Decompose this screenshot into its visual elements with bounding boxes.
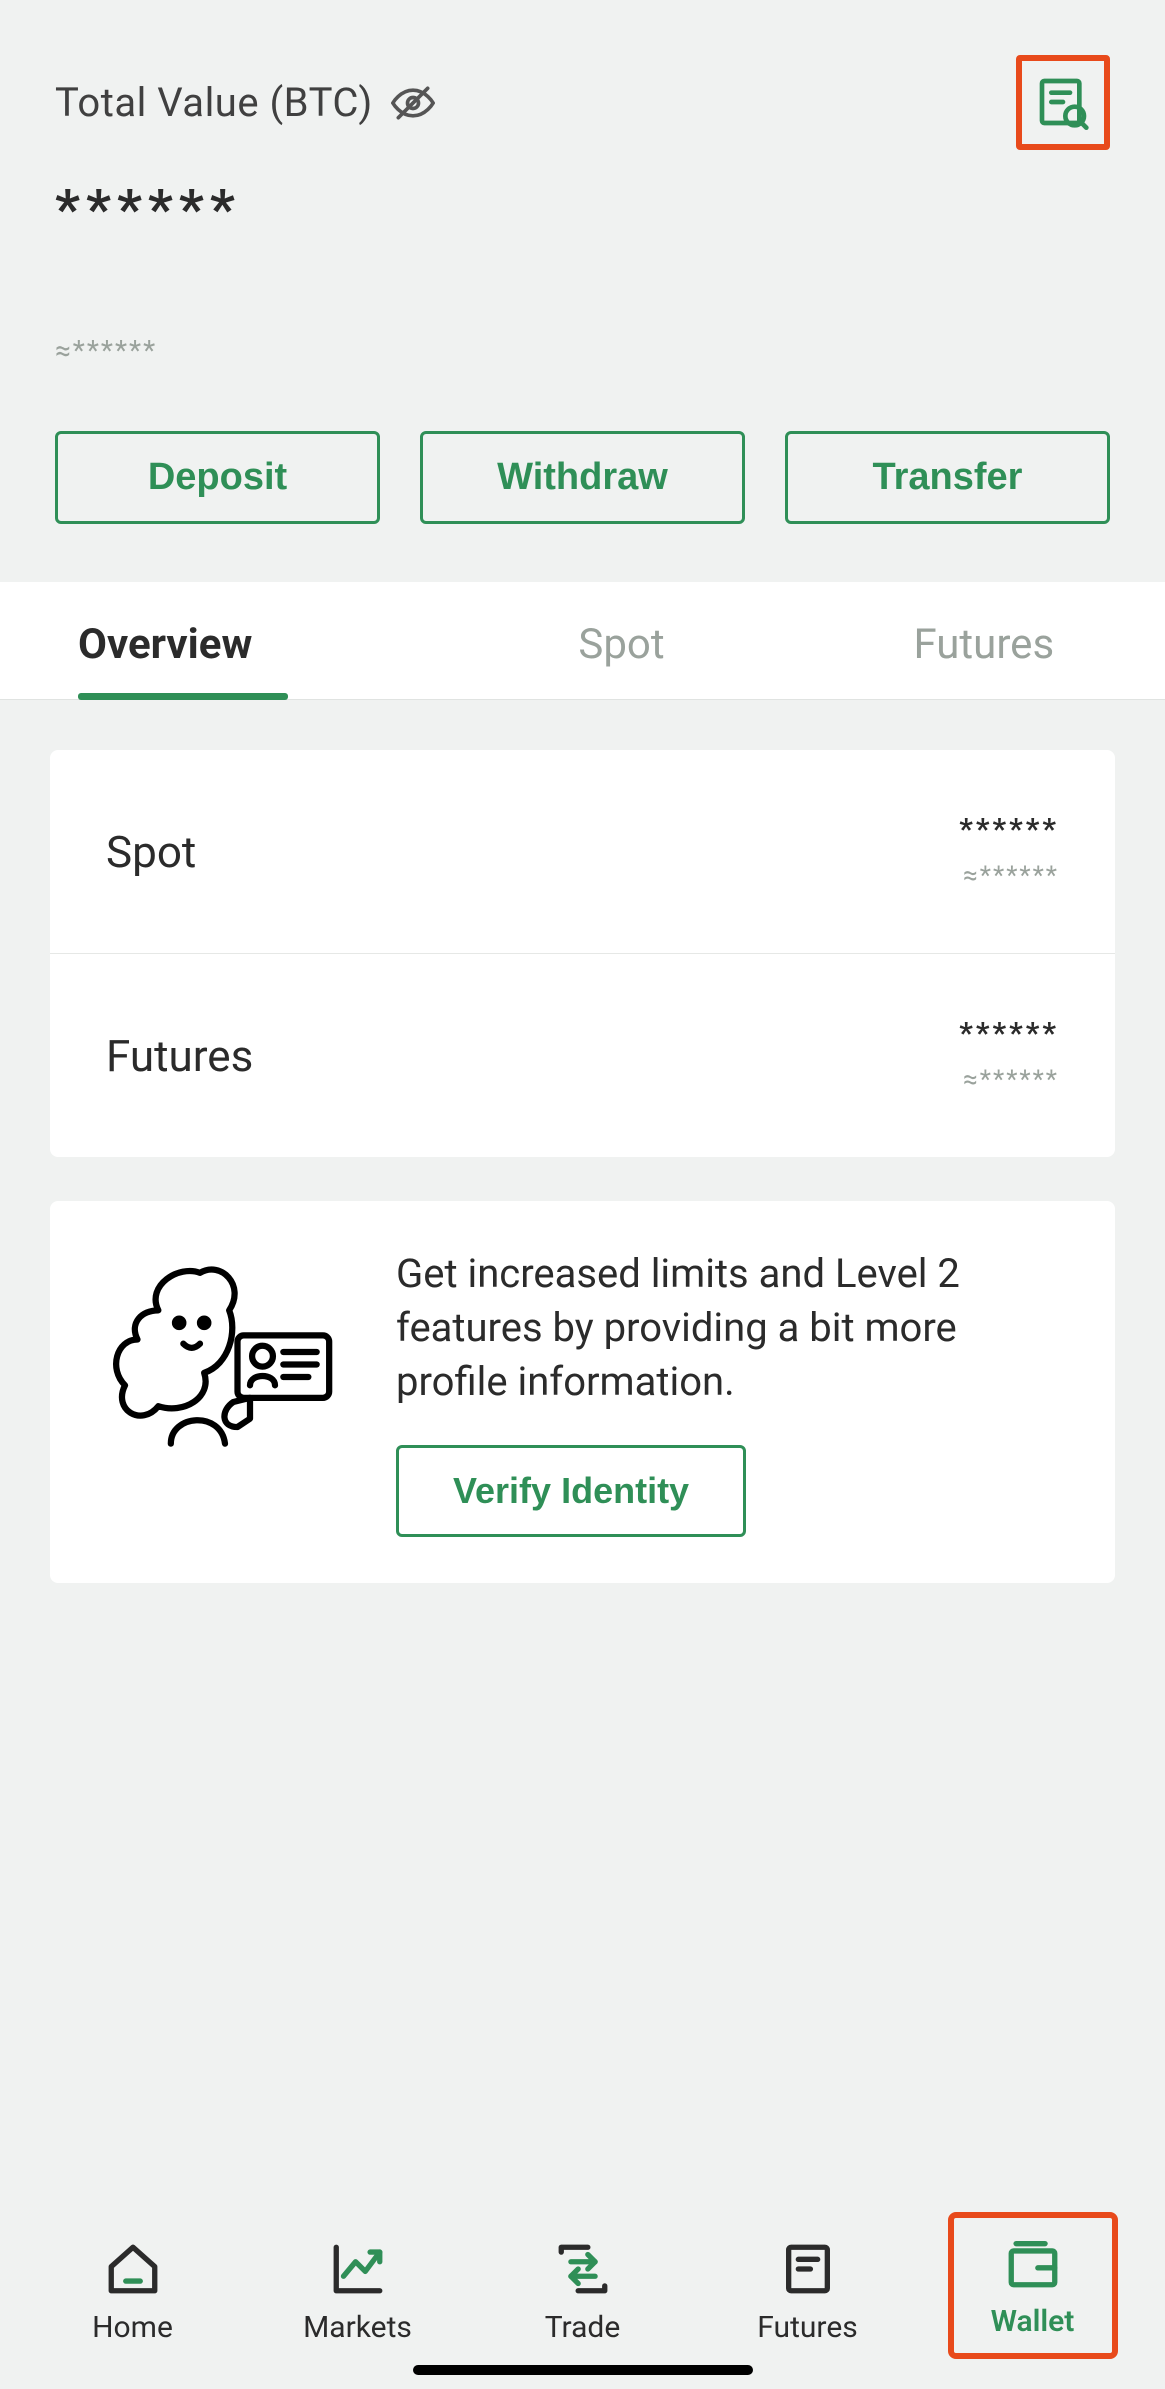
total-value-amount: ****** [55,178,1110,242]
wallet-icon [1002,2232,1064,2294]
markets-icon [327,2238,389,2300]
balance-spot-value: ****** [959,812,1059,847]
tab-overview[interactable]: Overview [0,582,440,699]
futures-icon [777,2238,839,2300]
bottom-nav: Home Markets [0,2194,1165,2389]
balance-futures-approx: ≈****** [959,1065,1059,1095]
nav-markets[interactable]: Markets [273,2224,443,2359]
home-icon [102,2238,164,2300]
balance-spot-approx: ≈****** [959,861,1059,891]
eye-hidden-icon[interactable] [391,81,435,125]
history-icon[interactable] [1032,71,1094,133]
balance-spot-label: Spot [106,826,196,878]
balance-futures-label: Futures [106,1030,253,1082]
nav-wallet-label: Wallet [991,2304,1075,2339]
balance-row-futures[interactable]: Futures ****** ≈****** [50,953,1115,1157]
transfer-button[interactable]: Transfer [785,431,1110,524]
total-value-approx: ≈****** [55,334,1110,367]
verify-identity-button[interactable]: Verify Identity [396,1445,746,1537]
verify-text: Get increased limits and Level 2 feature… [396,1247,1065,1409]
balance-card: Spot ****** ≈****** Futures ****** ≈****… [50,750,1115,1157]
verify-identity-card: Get increased limits and Level 2 feature… [50,1201,1115,1583]
history-highlight [1016,55,1110,150]
nav-home-label: Home [92,2310,173,2345]
wallet-header: Total Value (BTC) [0,0,1165,367]
nav-futures[interactable]: Futures [723,2224,893,2359]
nav-trade[interactable]: Trade [498,2224,668,2359]
withdraw-button[interactable]: Withdraw [420,431,745,524]
nav-markets-label: Markets [303,2310,412,2345]
nav-futures-label: Futures [757,2310,857,2345]
identity-illustration-icon [100,1247,350,1457]
trade-icon [552,2238,614,2300]
total-value-label: Total Value (BTC) [55,79,373,126]
nav-wallet[interactable]: Wallet [948,2212,1118,2359]
balance-futures-value: ****** [959,1016,1059,1051]
wallet-actions: Deposit Withdraw Transfer [0,431,1165,524]
balance-row-spot[interactable]: Spot ****** ≈****** [50,750,1115,953]
tab-spot[interactable]: Spot [440,582,802,699]
home-indicator [413,2365,753,2375]
nav-trade-label: Trade [545,2310,621,2345]
nav-home[interactable]: Home [48,2224,218,2359]
wallet-tabs: Overview Spot Futures [0,582,1165,700]
deposit-button[interactable]: Deposit [55,431,380,524]
tab-futures[interactable]: Futures [803,582,1165,699]
